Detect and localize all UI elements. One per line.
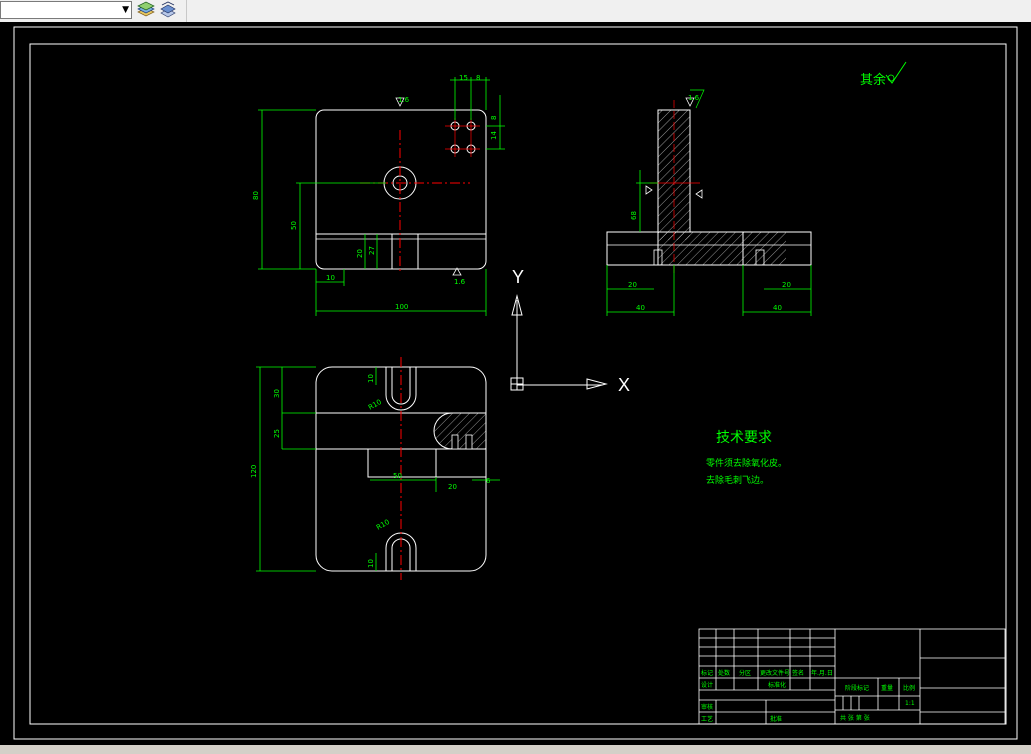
dim-top-f: 20 (448, 483, 457, 491)
side-view: 20 40 20 40 68 1.6 (606, 89, 812, 316)
toolbar-separator (186, 0, 187, 22)
drawing-canvas[interactable]: 其余 80 50 100 10 20 27 15 8 8 14 1.6 1.6 … (0, 22, 1031, 754)
title-block-sheets: 共 张 第 张 (840, 714, 870, 722)
roughness-side-label: 1.6 (688, 94, 700, 102)
title-block-weight: 重量 (881, 684, 893, 692)
layer-previous-icon[interactable] (158, 1, 178, 20)
dim-side-left-b: 40 (636, 304, 645, 312)
dim-side-vertical: 68 (630, 211, 638, 220)
title-block-label: 标记 (701, 669, 713, 677)
title-block-scale: 比例 (903, 684, 915, 692)
top-pin-hole (465, 434, 473, 450)
dim-top-c: 10 (367, 374, 375, 383)
dim-side-left-a: 20 (628, 281, 637, 289)
chevron-down-icon[interactable]: ▼ (122, 5, 129, 15)
dim-top-a: 30 (273, 389, 281, 398)
title-block-approve: 批准 (770, 715, 782, 723)
dim-front-top-a: 15 (459, 74, 468, 82)
dim-top-e: 50 (393, 472, 402, 480)
front-view: 80 50 100 10 20 27 15 8 8 14 1.6 1.6 (252, 74, 505, 316)
roughness-front-label: 1.6 (454, 278, 466, 286)
dim-top-height: 120 (250, 465, 258, 478)
title-block-label: 年.月.日 (811, 669, 833, 677)
dim-top-g: 6 (486, 477, 491, 485)
dim-front-width: 100 (395, 303, 408, 311)
dim-front-left: 10 (326, 274, 335, 282)
dim-front-height: 80 (252, 191, 260, 200)
dim-front-mid: 50 (290, 221, 298, 230)
title-block-label: 更改文件号 (760, 669, 790, 677)
tech-requirements-title: 技术要求 (716, 430, 772, 446)
top-pocket (367, 448, 437, 478)
top-view: 120 30 25 10 10 50 20 6 R10 R10 (250, 357, 500, 580)
axis-x-label: X (618, 375, 630, 395)
title-block-standard: 标准化 (768, 681, 786, 689)
title-block-design: 设计 (701, 681, 713, 689)
sheet-outer-border (13, 26, 1018, 740)
surface-note: 其余 (860, 72, 886, 87)
dim-top-r2: R10 (375, 518, 391, 532)
title-block-stage: 阶段标记 (845, 684, 869, 692)
dim-front-slot-a: 20 (356, 249, 364, 258)
dim-front-slot-b: 27 (368, 246, 376, 255)
axis-y-label: Y (512, 267, 524, 287)
dim-side-right-a: 20 (782, 281, 791, 289)
title-block-label: 处数 (718, 669, 730, 677)
dim-front-right-b: 14 (490, 131, 498, 140)
title-block-scale-value: 1:1 (905, 700, 915, 707)
tech-requirements-line: 零件须去除氧化皮。 (706, 457, 787, 469)
layer-states-icon[interactable] (136, 1, 156, 20)
tech-requirements-line: 去除毛刺飞边。 (706, 474, 769, 486)
title-block-process: 工艺 (701, 715, 713, 723)
roughness-circle-icon (887, 74, 895, 82)
dim-front-right-a: 8 (490, 116, 498, 120)
status-strip (0, 745, 1031, 754)
section-arrow-icon (695, 189, 703, 199)
dim-top-r1: R10 (367, 398, 383, 412)
layer-dropdown[interactable]: ▼ (0, 1, 132, 19)
dim-top-d: 10 (367, 559, 375, 568)
ucs-icon (510, 294, 608, 391)
dim-front-top-b: 8 (476, 74, 480, 82)
drawing-svg[interactable]: 其余 80 50 100 10 20 27 15 8 8 14 1.6 1.6 … (0, 22, 1031, 754)
side-hatch (658, 232, 786, 265)
toolbar: ▼ (0, 0, 1031, 23)
dim-top-b: 25 (273, 429, 281, 438)
roughness-top-label: 1.6 (398, 96, 410, 104)
title-block-label: 分区 (739, 669, 751, 677)
top-section-hatch (433, 412, 486, 450)
title-block-label: 签名 (792, 669, 804, 677)
top-pin-hole (451, 434, 459, 450)
title-block-review: 审核 (701, 703, 713, 711)
section-arrow-icon (645, 185, 653, 195)
dim-side-right-b: 40 (773, 304, 782, 312)
